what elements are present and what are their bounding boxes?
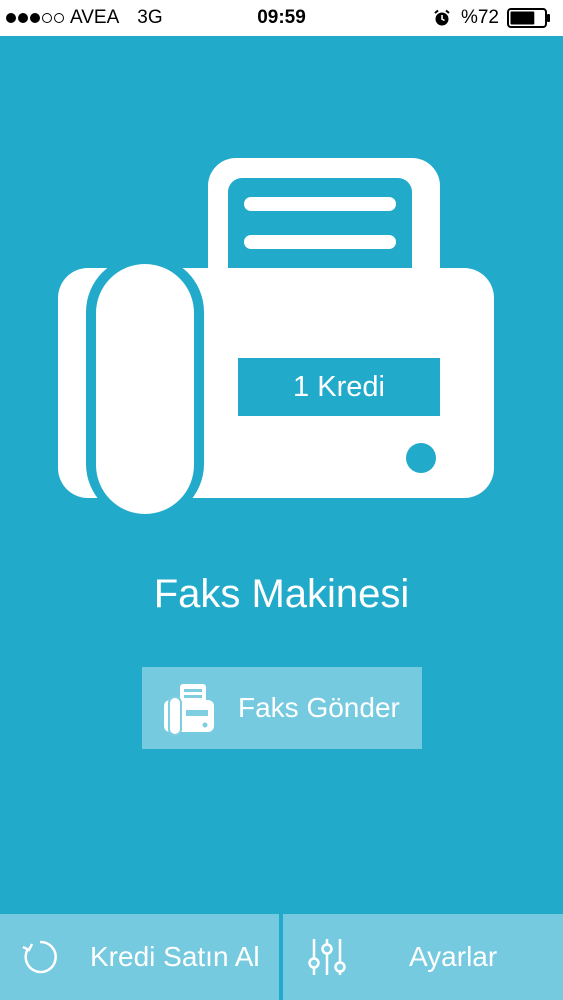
fax-machine-icon: [58, 158, 494, 516]
refresh-icon: [22, 940, 57, 974]
settings-label: Ayarlar: [409, 941, 498, 972]
buy-credit-button[interactable]: Kredi Satın Al: [0, 914, 279, 1000]
page-title: Faks Makinesi: [153, 572, 410, 616]
bottom-bar: Kredi Satın Al Ayarlar: [0, 914, 563, 1000]
sliders-icon: [308, 939, 346, 975]
battery-icon: [507, 8, 550, 28]
main-content: 1 Kredi Faks Makinesi Faks Gönder: [0, 36, 563, 914]
credit-label: 1 Kredi: [293, 371, 385, 403]
status-bar: AVEA 3G 09:59 %72: [0, 0, 563, 36]
send-fax-label: Faks Gönder: [238, 692, 400, 723]
send-fax-button[interactable]: Faks Gönder: [142, 667, 422, 749]
settings-button[interactable]: Ayarlar: [283, 914, 563, 1000]
fax-icon: [164, 684, 214, 736]
battery-percentage: %72: [460, 7, 499, 28]
buy-credit-label: Kredi Satın Al: [90, 941, 260, 972]
alarm-clock-icon: [434, 9, 450, 26]
status-right: %72: [433, 6, 551, 30]
